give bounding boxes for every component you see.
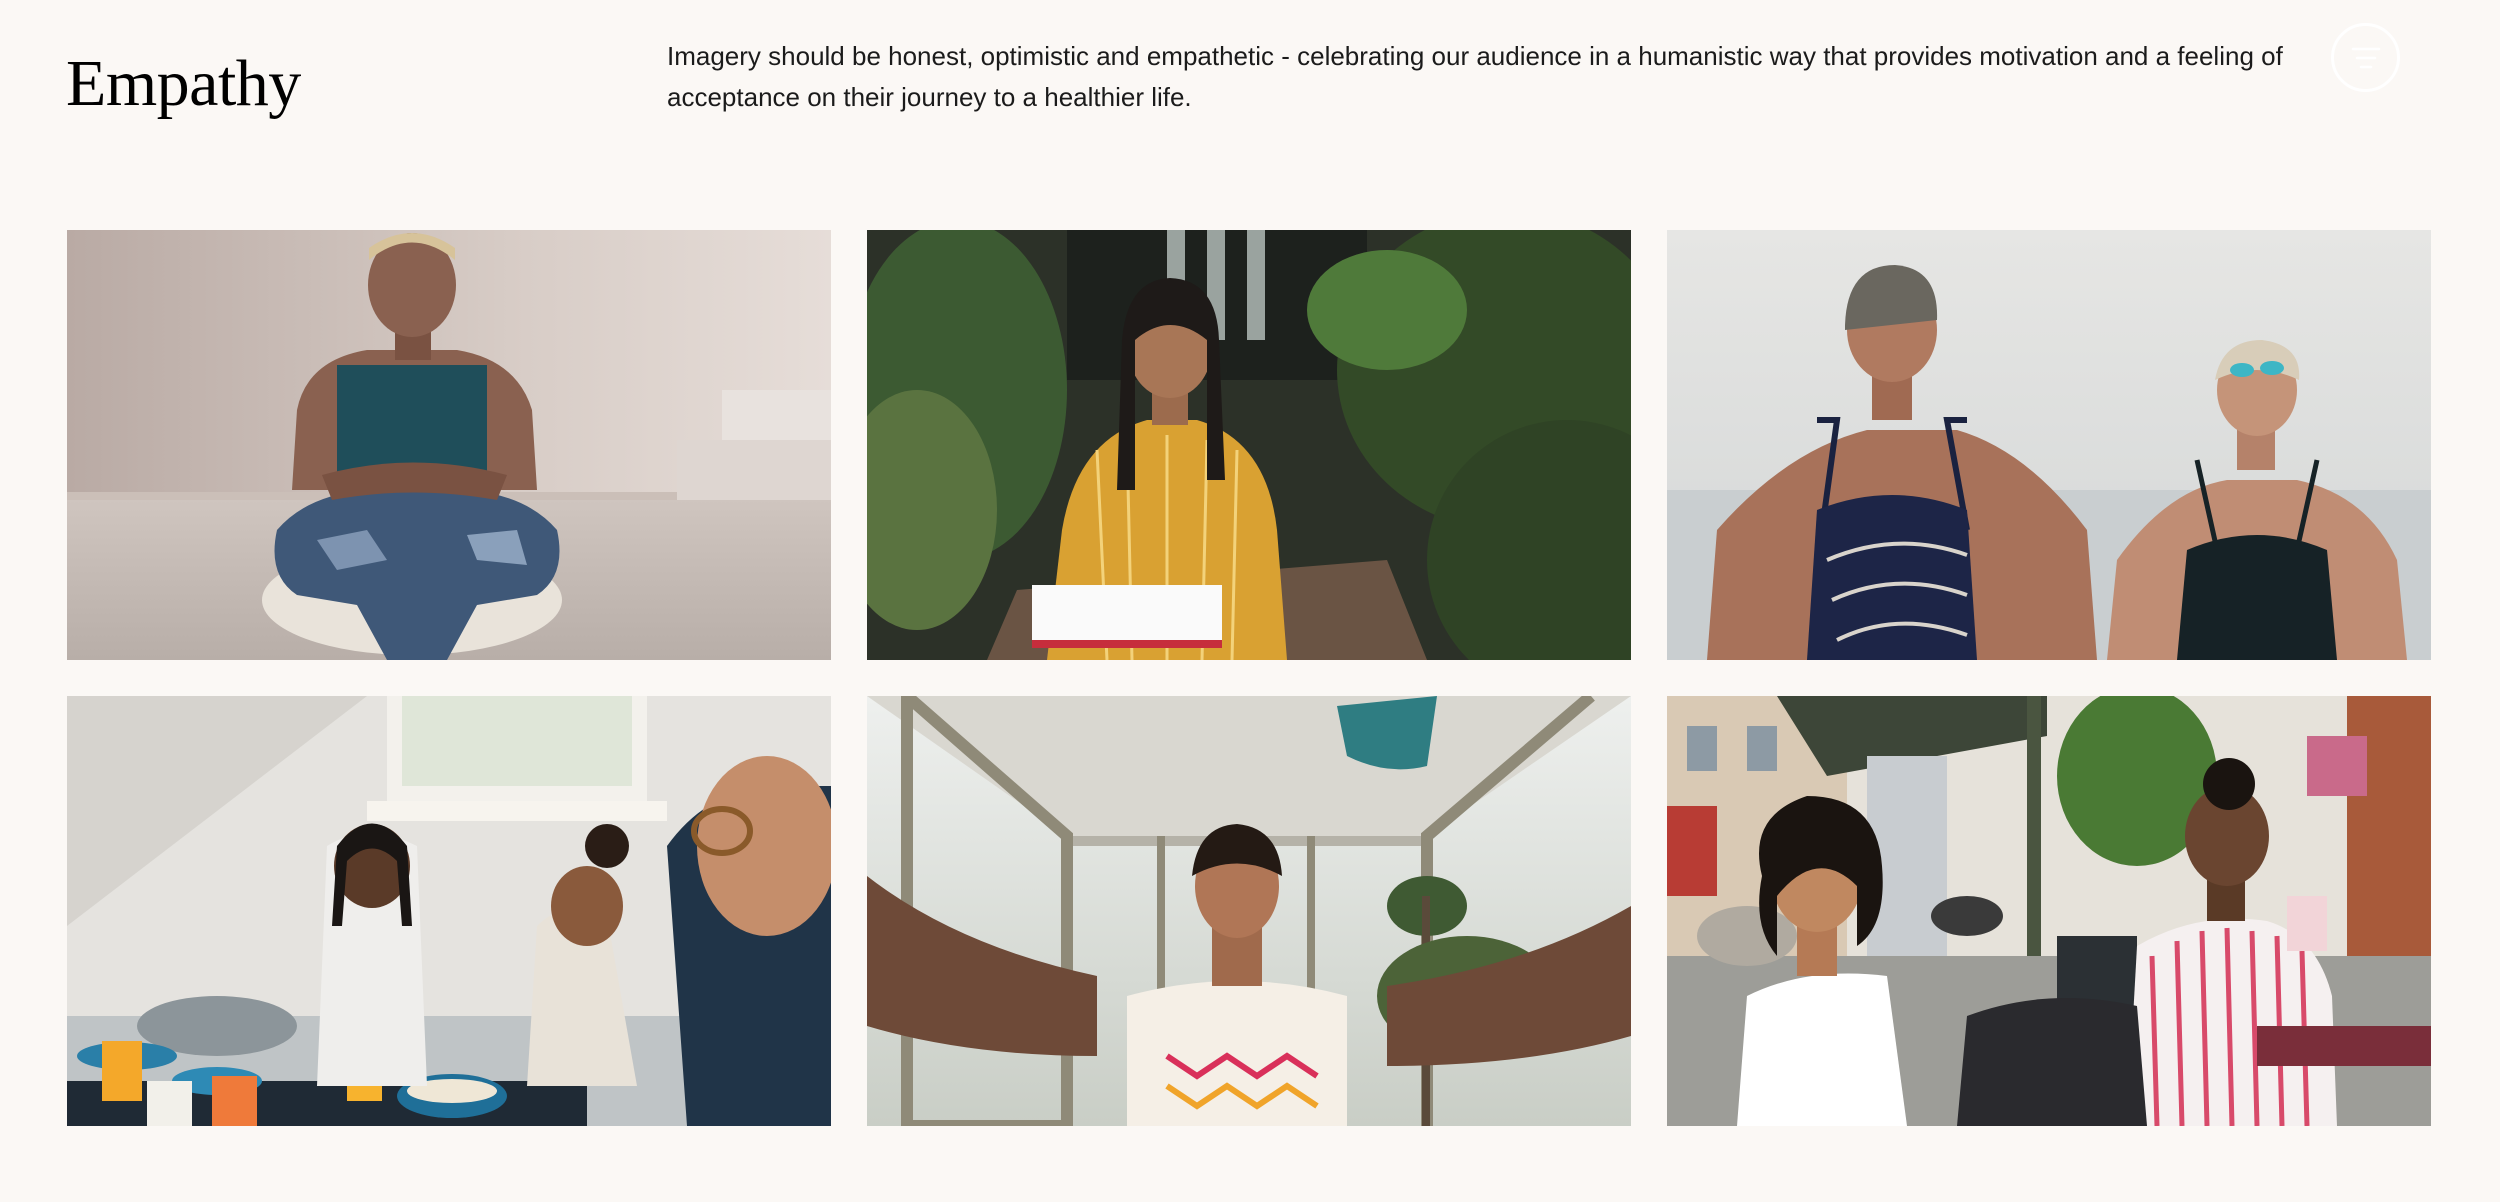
photo-two-swimmers[interactable] xyxy=(1667,230,2431,660)
menu-button[interactable] xyxy=(2331,23,2400,92)
photo-two-swimmers-image xyxy=(1667,230,2431,660)
photo-woman-on-cushion-image xyxy=(67,230,831,660)
photo-friends-cafe[interactable] xyxy=(1667,696,2431,1126)
photo-woman-on-cushion[interactable] xyxy=(67,230,831,660)
photo-selfie-woman-image xyxy=(867,696,1631,1126)
photo-friends-cafe-image xyxy=(1667,696,2431,1126)
page-title: Empathy xyxy=(66,47,301,120)
photo-woman-writing[interactable] xyxy=(867,230,1631,660)
photo-gallery xyxy=(67,230,2431,1126)
menu-icon xyxy=(2351,47,2380,68)
photo-selfie-woman[interactable] xyxy=(867,696,1631,1126)
intro-paragraph: Imagery should be honest, optimistic and… xyxy=(667,41,2283,112)
photo-woman-writing-image xyxy=(867,230,1631,660)
photo-family-breakfast-image xyxy=(67,696,831,1126)
photo-family-breakfast[interactable] xyxy=(67,696,831,1126)
